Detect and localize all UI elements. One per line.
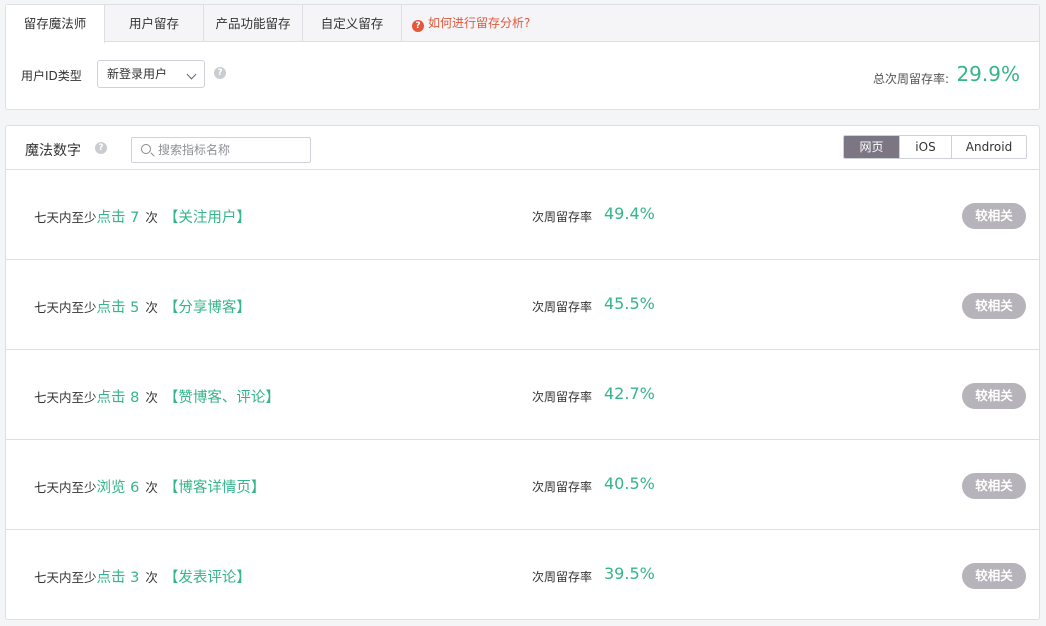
tab-user-retention[interactable]: 用户留存 (105, 5, 204, 42)
row-suffix: 次 (145, 390, 158, 405)
total-retention-label: 总次周留存率: (872, 72, 949, 86)
metric-search-box[interactable] (131, 137, 311, 163)
row-description: 七天内至少浏览 6 次【博客详情页】 (34, 476, 265, 497)
tab-feature-retention[interactable]: 产品功能留存 (204, 5, 303, 42)
tab-bar: 留存魔法师 用户留存 产品功能留存 自定义留存 ? 如何进行留存分析? (6, 5, 1039, 43)
correlation-badge: 较相关 (962, 563, 1026, 589)
row-description: 七天内至少点击 3 次【发表评论】 (34, 566, 251, 587)
row-action: 点击 3 (96, 570, 140, 586)
row-rate-value: 40.5% (604, 474, 655, 493)
metric-search-input[interactable] (158, 140, 306, 160)
total-retention-value: 29.9% (956, 62, 1020, 86)
row-description: 七天内至少点击 5 次【分享博客】 (34, 296, 251, 317)
question-circle-icon: ? (412, 20, 424, 32)
row-rate-value: 49.4% (604, 204, 655, 223)
row-event: 【关注用户】 (163, 210, 251, 226)
magic-number-row: 七天内至少浏览 6 次【博客详情页】 次周留存率 40.5% 较相关 (6, 440, 1039, 530)
correlation-badge: 较相关 (962, 203, 1026, 229)
retention-help-link[interactable]: ? 如何进行留存分析? (412, 5, 530, 42)
row-rate-label: 次周留存率 (532, 480, 593, 494)
row-action: 浏览 6 (96, 480, 140, 496)
platform-web-button[interactable]: 网页 (844, 136, 900, 158)
row-prefix: 七天内至少 (34, 570, 97, 585)
chevron-down-icon (186, 69, 197, 80)
tab-retention-magician[interactable]: 留存魔法师 (6, 5, 105, 43)
magic-number-row: 七天内至少点击 7 次【关注用户】 次周留存率 49.4% 较相关 (6, 170, 1039, 260)
row-action: 点击 7 (96, 210, 140, 226)
user-id-type-select[interactable]: 新登录用户 (97, 60, 205, 88)
row-event: 【赞博客、评论】 (163, 390, 280, 406)
magic-numbers-header: 魔法数字 ? 网页 iOS Android (6, 126, 1039, 170)
row-rate-value: 45.5% (604, 294, 655, 313)
row-rate-value: 42.7% (604, 384, 655, 403)
row-suffix: 次 (145, 300, 158, 315)
magic-numbers-title: 魔法数字 (25, 143, 81, 159)
correlation-badge: 较相关 (962, 383, 1026, 409)
row-rate-label: 次周留存率 (532, 300, 593, 314)
row-event: 【分享博客】 (163, 300, 251, 316)
magic-number-row: 七天内至少点击 3 次【发表评论】 次周留存率 39.5% 较相关 (6, 530, 1039, 620)
magic-number-row: 七天内至少点击 5 次【分享博客】 次周留存率 45.5% 较相关 (6, 260, 1039, 350)
row-prefix: 七天内至少 (34, 390, 97, 405)
user-id-help-icon[interactable]: ? (214, 67, 226, 79)
row-description: 七天内至少点击 7 次【关注用户】 (34, 206, 251, 227)
tab-custom-retention[interactable]: 自定义留存 (303, 5, 402, 42)
user-id-type-value: 新登录用户 (107, 67, 168, 81)
magic-number-row: 七天内至少点击 8 次【赞博客、评论】 次周留存率 42.7% 较相关 (6, 350, 1039, 440)
retention-options-panel: 留存魔法师 用户留存 产品功能留存 自定义留存 ? 如何进行留存分析? 用户ID类… (5, 4, 1040, 110)
row-suffix: 次 (145, 480, 158, 495)
row-suffix: 次 (145, 210, 158, 225)
platform-switch: 网页 iOS Android (843, 135, 1027, 159)
user-id-type-label: 用户ID类型 (21, 69, 82, 83)
row-description: 七天内至少点击 8 次【赞博客、评论】 (34, 386, 280, 407)
platform-ios-button[interactable]: iOS (900, 136, 952, 158)
row-event: 【发表评论】 (163, 570, 251, 586)
row-rate-label: 次周留存率 (532, 210, 593, 224)
row-prefix: 七天内至少 (34, 480, 97, 495)
row-event: 【博客详情页】 (163, 480, 266, 496)
magic-numbers-help-icon[interactable]: ? (95, 142, 107, 154)
row-rate-label: 次周留存率 (532, 570, 593, 584)
platform-android-button[interactable]: Android (952, 136, 1026, 158)
row-prefix: 七天内至少 (34, 300, 97, 315)
row-rate-label: 次周留存率 (532, 390, 593, 404)
row-action: 点击 5 (96, 300, 140, 316)
row-prefix: 七天内至少 (34, 210, 97, 225)
correlation-badge: 较相关 (962, 293, 1026, 319)
magic-numbers-panel: 魔法数字 ? 网页 iOS Android 七天内至少点击 7次【关注用户】 次… (5, 125, 1040, 620)
search-icon (141, 144, 151, 154)
correlation-badge: 较相关 (962, 473, 1026, 499)
row-action: 点击 8 (96, 390, 140, 406)
row-suffix: 次 (145, 570, 158, 585)
row-rate-value: 39.5% (604, 564, 655, 583)
retention-help-label: 如何进行留存分析? (428, 16, 531, 30)
